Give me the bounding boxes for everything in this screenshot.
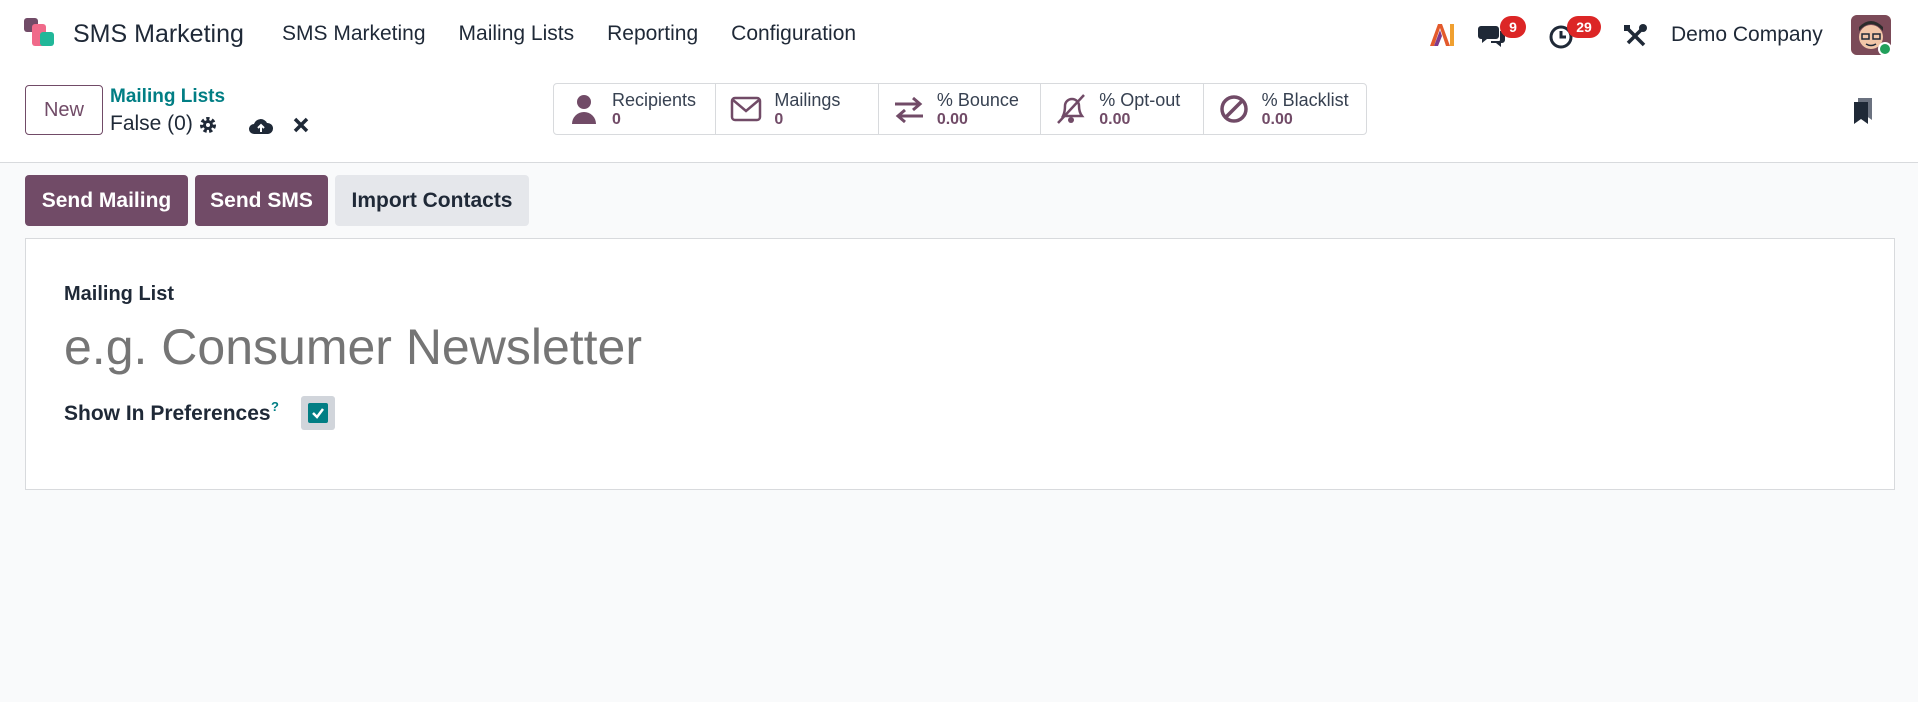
bell-slash-icon	[1057, 94, 1086, 124]
activity-count-badge: 29	[1567, 16, 1601, 38]
user-icon	[572, 95, 596, 124]
stat-value: 0.00	[1261, 111, 1293, 128]
stat-opt-out[interactable]: % Opt-out 0.00	[1041, 84, 1204, 134]
bookmark-icon[interactable]	[1852, 96, 1874, 126]
ban-icon	[1219, 95, 1248, 123]
form-sheet: Mailing List Show In Preferences ?	[25, 238, 1895, 490]
envelope-icon	[731, 96, 762, 122]
menu-sms-marketing[interactable]: SMS Marketing	[282, 22, 426, 46]
checkmark-icon	[312, 408, 324, 419]
app-name[interactable]: SMS Marketing	[73, 20, 244, 49]
menu-mailing-lists[interactable]: Mailing Lists	[459, 22, 575, 46]
header-actions: Send Mailing Send SMS Import Contacts	[25, 175, 529, 226]
show-in-preferences-label: Show In Preferences	[64, 402, 271, 425]
import-contacts-button[interactable]: Import Contacts	[335, 175, 529, 226]
stat-blacklist[interactable]: % Blacklist 0.00	[1204, 84, 1366, 134]
send-mailing-button[interactable]: Send Mailing	[25, 175, 188, 226]
stat-value: 0	[774, 111, 784, 128]
menu-configuration[interactable]: Configuration	[731, 22, 856, 46]
stat-mailings[interactable]: Mailings 0	[716, 84, 879, 134]
discard-icon[interactable]	[292, 116, 310, 134]
menu-reporting[interactable]: Reporting	[607, 22, 698, 46]
save-cloud-icon[interactable]	[248, 116, 274, 136]
chat-count-badge: 9	[1500, 16, 1526, 38]
checkbox-checked	[308, 403, 328, 423]
record-name: False (0)	[110, 112, 193, 135]
stat-recipients[interactable]: Recipients 0	[554, 84, 717, 134]
stat-label: % Bounce	[936, 90, 1019, 110]
stat-label: % Opt-out	[1099, 90, 1181, 110]
mailing-list-label: Mailing List	[64, 283, 174, 305]
main-menu: SMS Marketing Mailing Lists Reporting Co…	[282, 22, 889, 46]
control-panel: New Mailing Lists False (0) Recipients 0…	[0, 72, 1918, 163]
stat-label: % Blacklist	[1261, 90, 1349, 110]
ai-icon[interactable]	[1428, 22, 1456, 48]
stat-buttons: Recipients 0 Mailings 0 % Bounce 0.00 % …	[553, 83, 1367, 135]
online-status-dot	[1878, 42, 1892, 56]
send-sms-button[interactable]: Send SMS	[195, 175, 328, 226]
top-navbar: SMS Marketing SMS Marketing Mailing List…	[0, 0, 1918, 72]
stat-value: 0	[612, 111, 621, 128]
app-logo-icon[interactable]	[22, 18, 58, 52]
mailing-list-name-input[interactable]	[64, 315, 964, 379]
stat-value: 0.00	[936, 111, 968, 128]
stat-label: Recipients	[612, 90, 697, 110]
company-switcher[interactable]: Demo Company	[1671, 23, 1823, 47]
stat-value: 0.00	[1099, 111, 1131, 128]
gear-icon[interactable]	[198, 115, 218, 135]
show-in-preferences-checkbox[interactable]	[301, 396, 335, 430]
new-button[interactable]: New	[25, 85, 103, 135]
stat-label: Mailings	[774, 90, 841, 110]
help-tooltip-icon[interactable]: ?	[271, 399, 279, 414]
tools-icon[interactable]	[1622, 23, 1650, 49]
exchange-icon	[894, 96, 923, 124]
breadcrumb-mailing-lists[interactable]: Mailing Lists	[110, 86, 225, 108]
stat-bounce[interactable]: % Bounce 0.00	[879, 84, 1042, 134]
